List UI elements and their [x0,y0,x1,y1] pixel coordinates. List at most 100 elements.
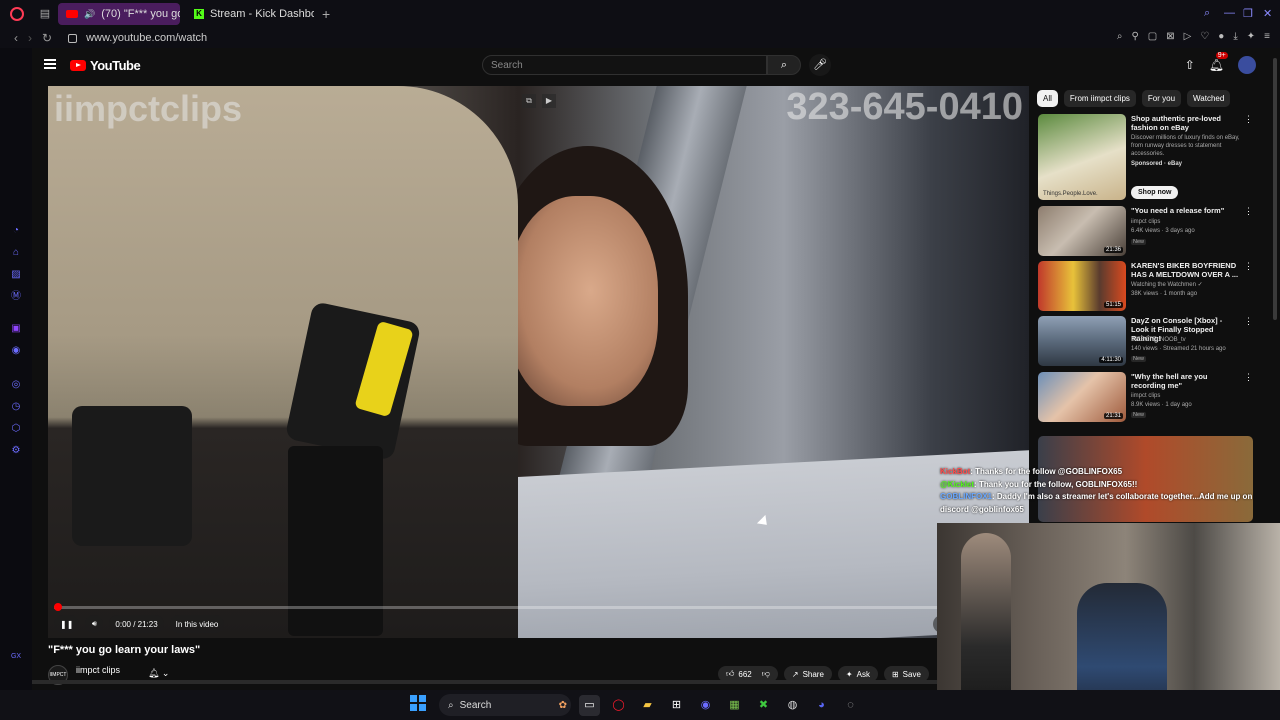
player-icon[interactable]: ◎ [9,378,23,392]
volume-button[interactable]: 🔊︎ [85,615,104,633]
chip-for-you[interactable]: For you [1141,90,1182,107]
time-display: 0:00 / 21:23 [109,615,164,633]
ai-icon[interactable]: ✦ [1247,31,1255,42]
scrubber-handle[interactable] [54,603,62,611]
task-view-icon[interactable]: ▭ [579,694,600,716]
share-icon: ↗ [791,669,799,679]
youtube-logo[interactable]: YouTube [70,58,141,73]
browser-menu-icon[interactable]: ≡ [1264,31,1270,42]
start-button[interactable] [410,694,431,716]
player-controls: ❚❚ 🔊︎ 0:00 / 21:23 In this video [54,614,225,634]
minecraft-icon[interactable]: ▦ [724,695,745,716]
sparkle-icon: ✦ [845,669,853,679]
video-thumbnail[interactable]: 21:36 [1038,206,1126,256]
obs-icon[interactable]: ◍ [782,695,803,716]
twitch-icon[interactable]: ▣ [9,322,23,336]
lock-icon[interactable] [68,33,78,43]
shield-icon[interactable]: ⊠ [1166,31,1174,42]
heart-icon[interactable]: ♡ [1200,31,1209,42]
workspace-icon[interactable]: ⌂ [9,246,23,260]
settings-icon[interactable]: ⚙ [9,444,23,458]
messenger-icon[interactable]: Ⓜ [9,290,23,304]
page-scrollbar[interactable] [1273,58,1277,320]
more-icon[interactable]: ⋮ [1244,114,1253,125]
video-thumbnail[interactable]: 21:31 [1038,372,1126,422]
download-icon[interactable]: ⤓ [1233,31,1237,42]
upload-icon[interactable]: ⇧ [1185,58,1195,72]
discord-taskbar-icon[interactable]: ◕ [811,695,832,716]
tab-youtube[interactable]: 🔊 (70) "F*** you go learn [58,3,180,25]
new-badge: New [1131,356,1147,362]
belt-pouch [72,406,192,546]
list-item[interactable]: 21:31 "Why the hell are you recording me… [1038,372,1253,428]
file-explorer-icon[interactable]: ▰ [637,695,658,716]
stream-chat-overlay: KickBot: Thanks for the follow @GOBLINFO… [940,466,1270,516]
list-item[interactable]: 51:15 KAREN'S BIKER BOYFRIEND HAS A MELT… [1038,261,1253,317]
voice-search-button[interactable]: 🎤︎ [809,54,831,76]
snapshot-icon[interactable]: ▢ [1148,31,1157,42]
aria-icon[interactable]: ◔ [9,224,23,238]
store-icon[interactable]: ⊞ [666,695,687,716]
play-icon[interactable]: ▷ [1184,31,1192,42]
chip-watched[interactable]: Watched [1187,90,1231,107]
video-thumbnail[interactable]: 4:11:30 [1038,316,1126,366]
search-tabs-icon[interactable]: ⌕ [1204,7,1210,20]
list-item[interactable]: 21:36 "You need a release form" iimpct c… [1038,206,1253,262]
skip-icon[interactable]: ▶ [542,94,556,108]
progress-bar[interactable] [54,603,1022,611]
tab-kick-dashboard[interactable]: K Stream - Kick Dashboard [186,3,314,25]
opera-logo-icon[interactable] [10,7,24,21]
speaker-icon[interactable]: 🔊 [84,9,95,20]
crypto-wallet-icon[interactable]: ▨ [9,268,23,282]
notifications-button[interactable]: 🔔︎ 9+ [1209,52,1228,72]
back-icon[interactable]: ‹ [14,31,18,45]
horizontal-scrollbar[interactable] [32,680,937,684]
more-icon[interactable]: ⋮ [1244,316,1253,327]
xbox-icon[interactable]: ✖ [753,695,774,716]
steam-icon[interactable]: ◌ [840,695,861,716]
rec-title: "Why the hell are you recording me" [1131,372,1208,390]
more-icon[interactable]: ⋮ [1244,261,1253,272]
list-item[interactable]: 4:11:30 DayZ on Console [Xbox] - Look it… [1038,316,1253,372]
video-thumbnail[interactable]: 51:15 [1038,261,1126,311]
more-icon[interactable]: ⋮ [1244,206,1253,217]
subscription-bell-icon[interactable]: 🔔︎ ⌄ [148,668,169,679]
search-input[interactable]: Search [482,55,767,75]
miniplayer-icon[interactable]: ⧉ [522,94,536,108]
avatar[interactable] [1238,56,1256,74]
tab-menu-icon[interactable]: ▤ [38,7,52,21]
ad-thumbnail[interactable]: Things.People.Love. [1038,114,1126,200]
channel-name[interactable]: iimpct clips [76,665,120,675]
guide-menu-icon[interactable] [44,59,56,69]
minimize-icon[interactable]: — [1224,7,1235,19]
discord-icon[interactable]: ◉ [9,344,23,358]
rec-channel: Watching the Watchmen ✓ [1131,282,1203,288]
extensions-icon[interactable]: ⬡ [9,422,23,436]
video-title: "F*** you go learn your laws" [48,644,201,656]
maximize-icon[interactable]: ❐ [1243,7,1253,20]
more-icon[interactable]: ⋮ [1244,372,1253,383]
chat-text: Thank you for the follow, GOBLINFOX65!! [978,479,1138,489]
gx-icon[interactable]: GX [9,650,23,664]
new-tab-button[interactable]: + [322,6,330,22]
profile-icon[interactable]: ● [1218,31,1224,42]
forward-icon[interactable]: › [28,31,32,45]
taskbar-search[interactable]: ⌕ Search ✿ [439,694,571,716]
close-icon[interactable]: ✕ [1263,7,1272,20]
history-icon[interactable]: ◷ [9,400,23,414]
video-player[interactable]: iimpctclips 323-645-0410 ⧉ ▶ ❚❚ 🔊︎ 0:00 … [48,86,1029,638]
chapter-button[interactable]: In this video [169,615,225,633]
search-button[interactable]: ⌕ [767,55,801,75]
opera-gx-icon[interactable]: ◯ [608,695,629,716]
chip-from-channel[interactable]: From iimpct clips [1063,90,1136,107]
chip-all[interactable]: All [1037,90,1058,107]
app-circle-icon[interactable]: ◉ [695,695,716,716]
pin-icon[interactable]: ⚲ [1131,31,1138,42]
pause-button[interactable]: ❚❚ [54,615,80,633]
reload-icon[interactable]: ↻ [42,31,52,45]
thumbs-down-icon[interactable]: 👎︎ [762,669,770,679]
url-field[interactable]: www.youtube.com/watch [86,32,207,44]
zoom-icon[interactable]: ⌕ [1117,31,1123,42]
save-label: Save [902,669,921,679]
shop-now-button[interactable]: Shop now [1131,186,1179,199]
